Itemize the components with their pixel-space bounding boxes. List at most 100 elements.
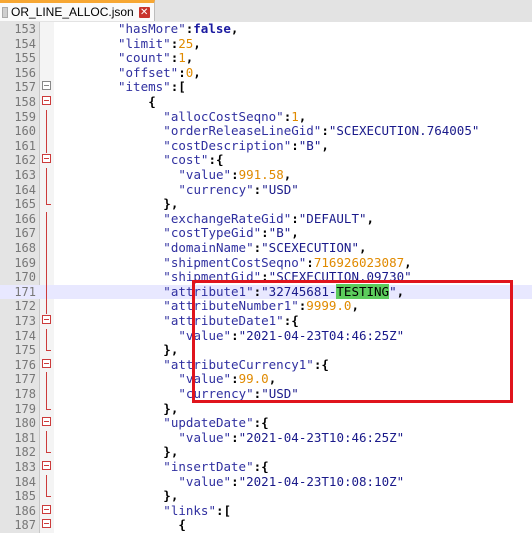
line-number: 180 (14, 416, 36, 431)
code-line[interactable]: 169 "shipmentCostSeqno":716926023087, (0, 254, 532, 271)
code-editor[interactable]: 153 "hasMore":false, 154 "limit":25, 155 "cou… (0, 21, 532, 533)
code-token: : (231, 429, 239, 445)
code-token: 1 (178, 50, 186, 66)
fold-toggle-icon[interactable] (42, 315, 51, 324)
fold-line-marker (46, 197, 51, 206)
fold-toggle-icon[interactable] (42, 519, 51, 529)
code-token: : (306, 254, 314, 270)
code-text: "value":"2021-04-23T10:46:25Z" (178, 429, 405, 446)
code-line[interactable]: 157 "items":[ (0, 80, 532, 95)
code-token: "insertDate" (163, 459, 254, 474)
fold-line-marker (46, 211, 47, 227)
fold-line-marker (46, 328, 47, 344)
fold-toggle-icon[interactable] (42, 96, 51, 105)
code-token: "links" (163, 502, 216, 518)
code-line[interactable]: 161 "costDescription":"B", (0, 138, 532, 154)
line-number: 174 (14, 328, 36, 343)
code-token: { (148, 94, 156, 109)
code-text: "orderReleaseLineGid":"SCEXECUTION.76400… (163, 123, 480, 139)
code-token: "shipmentCostSeqno" (163, 254, 307, 270)
code-line[interactable]: 183 "insertDate":{ (0, 459, 532, 475)
code-line[interactable]: 181 "value":"2021-04-23T10:46:25Z" (0, 429, 532, 446)
fold-line-marker (46, 168, 47, 183)
code-text: "hasMore":false, (118, 21, 238, 37)
code-token: "2021-04-23T10:08:10Z" (238, 473, 405, 489)
code-token: "items" (118, 79, 171, 95)
line-number: 176 (14, 357, 36, 372)
fold-line-marker (46, 387, 47, 402)
code-token: "currency" (178, 181, 254, 197)
close-icon[interactable]: ✕ (138, 6, 150, 18)
code-text: "cost":{ (163, 153, 223, 168)
tab-or-line-alloc[interactable]: OR_LINE_ALLOC.json ✕ (0, 0, 155, 21)
fold-toggle-icon[interactable] (42, 81, 51, 91)
code-token: , (193, 35, 201, 51)
code-token: , (358, 240, 367, 255)
code-token: }, (163, 342, 179, 358)
line-number: 183 (14, 460, 36, 474)
code-token: , (291, 225, 299, 241)
line-number: 165 (14, 197, 36, 212)
fold-toggle-icon[interactable] (42, 358, 51, 368)
code-line[interactable]: 184 "value":"2021-04-23T10:08:10Z" (0, 473, 532, 490)
code-line[interactable]: 186 "links":[ (0, 502, 532, 519)
fold-line-marker (46, 226, 47, 241)
code-line[interactable]: 166 "exchangeRateGid":"DEFAULT", (0, 210, 532, 227)
code-token: "allocCostSeqno" (163, 108, 284, 124)
code-text: }, (163, 445, 178, 460)
fold-line-marker (46, 109, 47, 125)
code-text: "insertDate":{ (163, 459, 268, 475)
code-line[interactable]: 185}, (0, 488, 532, 504)
line-number: 164 (14, 182, 36, 197)
code-line[interactable]: 167 "costTypeGid":"B", (0, 226, 532, 241)
fold-toggle-icon[interactable] (42, 504, 51, 514)
line-number: 158 (14, 95, 36, 109)
code-line[interactable]: 165}, (0, 196, 532, 212)
code-line[interactable]: 154 "limit":25, (0, 35, 532, 52)
fold-line-marker (46, 270, 47, 285)
line-number: 163 (14, 168, 36, 182)
code-line[interactable]: 163 "value":991.58, (0, 167, 532, 183)
code-line[interactable]: 159 "allocCostSeqno":1, (0, 108, 532, 125)
code-token: , (185, 50, 194, 66)
fold-line-marker (46, 401, 51, 410)
line-number: 184 (14, 474, 36, 489)
line-number: 178 (14, 387, 36, 401)
fold-line-marker (46, 182, 47, 198)
code-line[interactable]: 182}, (0, 445, 532, 460)
code-token: 991.58 (238, 167, 284, 182)
code-token: : (231, 167, 239, 182)
code-line[interactable]: 187 { (0, 518, 532, 533)
code-line[interactable]: 160 "orderReleaseLineGid":"SCEXECUTION.76… (0, 123, 532, 139)
code-line[interactable]: 156 "offset":0, (0, 64, 532, 81)
code-line[interactable]: 162 "cost":{ (0, 153, 532, 168)
code-token: : (231, 473, 239, 489)
code-line[interactable]: 164 "currency":"USD" (0, 181, 532, 198)
code-token: "B" (268, 225, 292, 241)
code-line[interactable]: 158 { (0, 94, 532, 110)
fold-toggle-icon[interactable] (42, 417, 51, 427)
tab-bar: OR_LINE_ALLOC.json ✕ (0, 0, 532, 23)
code-line[interactable]: 180 "updateDate":{ (0, 415, 532, 431)
code-token: :{ (208, 152, 224, 168)
code-token: :[ (215, 502, 232, 518)
code-token: "2021-04-23T10:46:25Z" (238, 429, 405, 445)
code-token: , (193, 64, 201, 80)
line-number: 154 (14, 36, 36, 51)
code-token: "DEFAULT" (298, 210, 367, 226)
code-text: "limit":25, (118, 35, 201, 52)
fold-line-marker (46, 124, 47, 139)
code-token: , (298, 108, 307, 124)
fold-toggle-icon[interactable] (42, 461, 51, 470)
code-text: }, (163, 342, 179, 358)
code-token: "SCEXECUTION.764005" (328, 123, 480, 139)
code-line[interactable]: 179}, (0, 401, 532, 417)
code-line[interactable]: 153 "hasMore":false, (0, 21, 532, 37)
code-line[interactable]: 155 "count":1, (0, 50, 532, 66)
line-number: 157 (14, 80, 36, 95)
code-text: "links":[ (163, 502, 232, 519)
code-text: "costTypeGid":"B", (163, 226, 298, 241)
code-line[interactable]: 168 "domainName":"SCEXECUTION", (0, 240, 532, 256)
code-token: "updateDate" (163, 415, 254, 431)
fold-toggle-icon[interactable] (42, 154, 51, 164)
